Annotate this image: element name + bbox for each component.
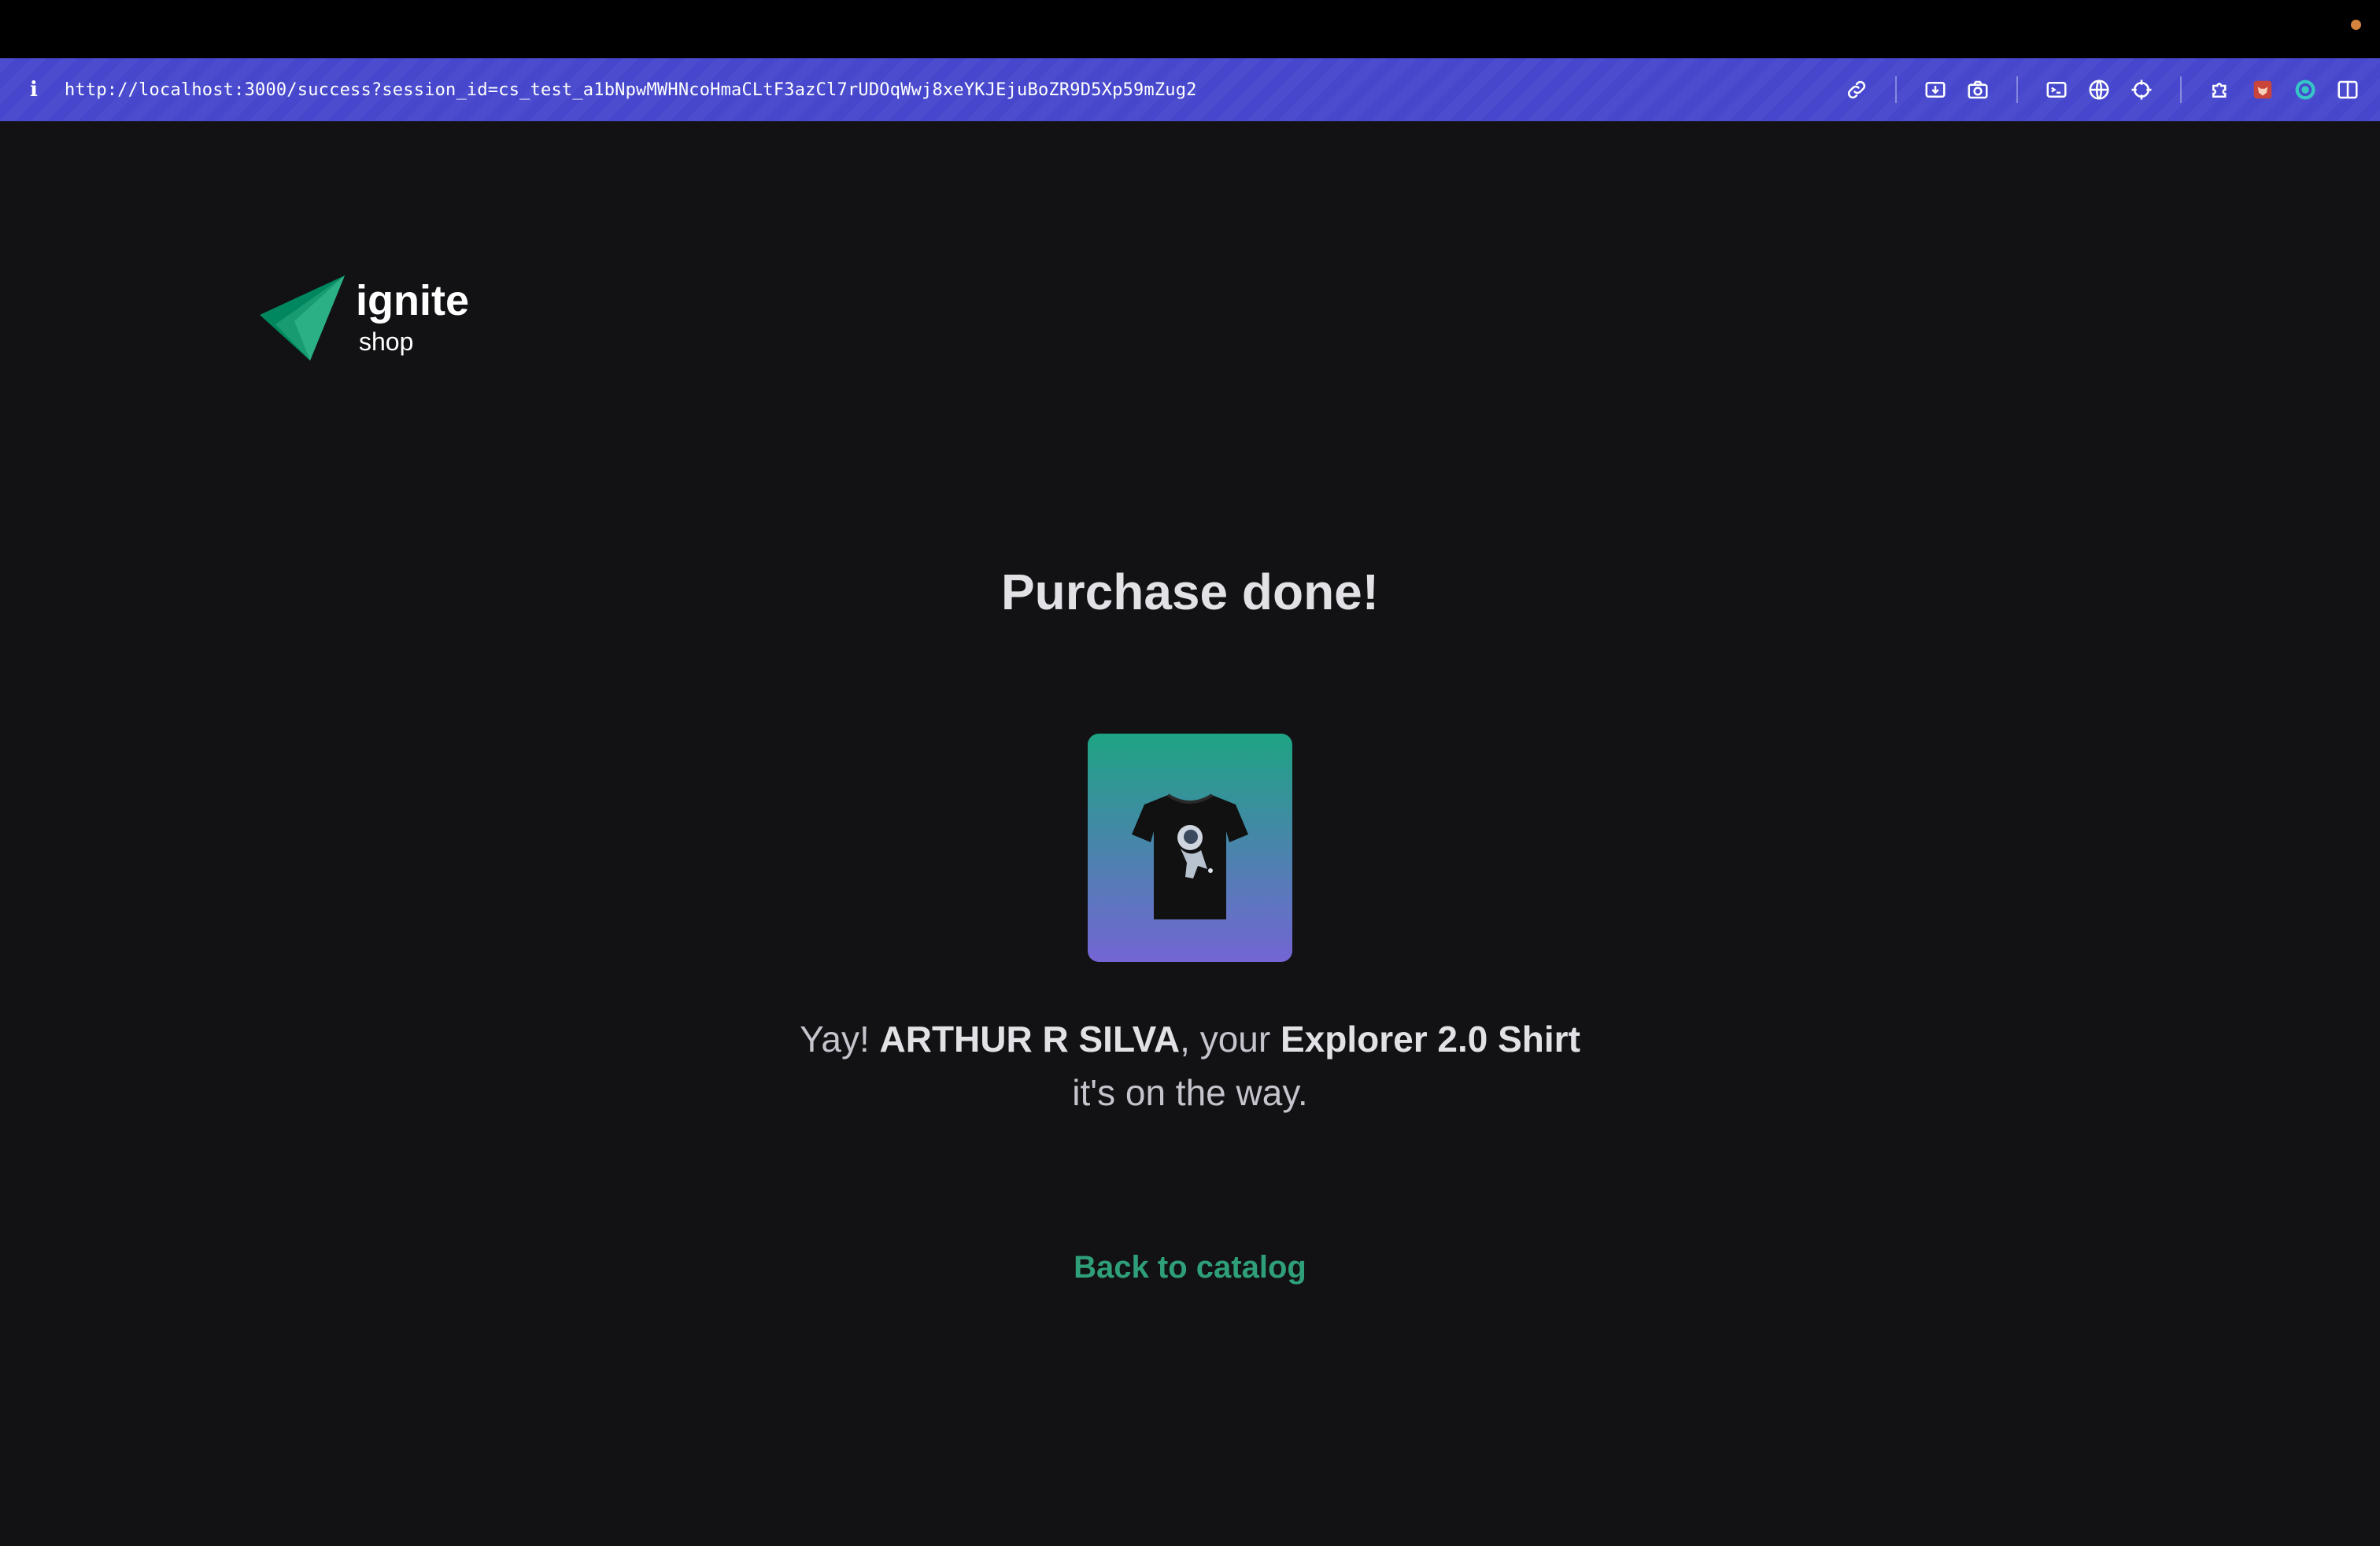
back-to-catalog-container: Back to catalog xyxy=(0,1244,2380,1291)
browser-url-bar: i http://localhost:3000/success?session_… xyxy=(0,58,2380,121)
link-icon[interactable] xyxy=(1840,73,1873,106)
toolbar-divider xyxy=(2016,76,2018,103)
fox-extension-icon[interactable] xyxy=(2246,73,2279,106)
toolbar-divider xyxy=(2180,76,2182,103)
customer-name: ARTHUR R SILVA xyxy=(879,1019,1181,1060)
crosshair-icon[interactable] xyxy=(2125,73,2158,106)
logo-subtitle: shop xyxy=(359,327,414,356)
info-icon[interactable]: i xyxy=(22,78,46,102)
confirmation-line-1: Yay! ARTHUR R SILVA, your Explorer 2.0 S… xyxy=(0,1012,2380,1066)
confirmation-message: Yay! ARTHUR R SILVA, your Explorer 2.0 S… xyxy=(0,1012,2380,1119)
product-image xyxy=(1088,734,1292,962)
ignite-shop-logo[interactable]: ignite shop xyxy=(260,276,480,362)
tshirt-icon xyxy=(1132,793,1248,919)
sidebar-toggle-icon[interactable] xyxy=(2331,73,2364,106)
logo-mark-icon xyxy=(260,276,345,361)
logo-wordmark: ignite xyxy=(356,277,469,324)
back-to-catalog-link[interactable]: Back to catalog xyxy=(1074,1250,1306,1285)
camera-icon[interactable] xyxy=(1961,73,1994,106)
toolbar-divider xyxy=(1895,76,1897,103)
url-text[interactable]: http://localhost:3000/success?session_id… xyxy=(65,80,1197,100)
browser-toolbar xyxy=(1835,58,2369,121)
confirmation-line-2: it's on the way. xyxy=(1072,1072,1308,1113)
status-indicator-icon xyxy=(2351,20,2361,30)
globe-icon[interactable] xyxy=(2082,73,2116,106)
screenshot-area-icon[interactable] xyxy=(1919,73,1952,106)
message-middle: , your xyxy=(1180,1019,1281,1060)
terminal-icon[interactable] xyxy=(2040,73,2073,106)
message-prefix: Yay! xyxy=(800,1019,880,1060)
puzzle-extension-icon[interactable] xyxy=(2204,73,2237,106)
os-top-bar xyxy=(0,0,2380,58)
page-title: Purchase done! xyxy=(1000,564,1380,620)
record-icon[interactable] xyxy=(2289,73,2322,106)
product-name: Explorer 2.0 Shirt xyxy=(1280,1019,1580,1060)
